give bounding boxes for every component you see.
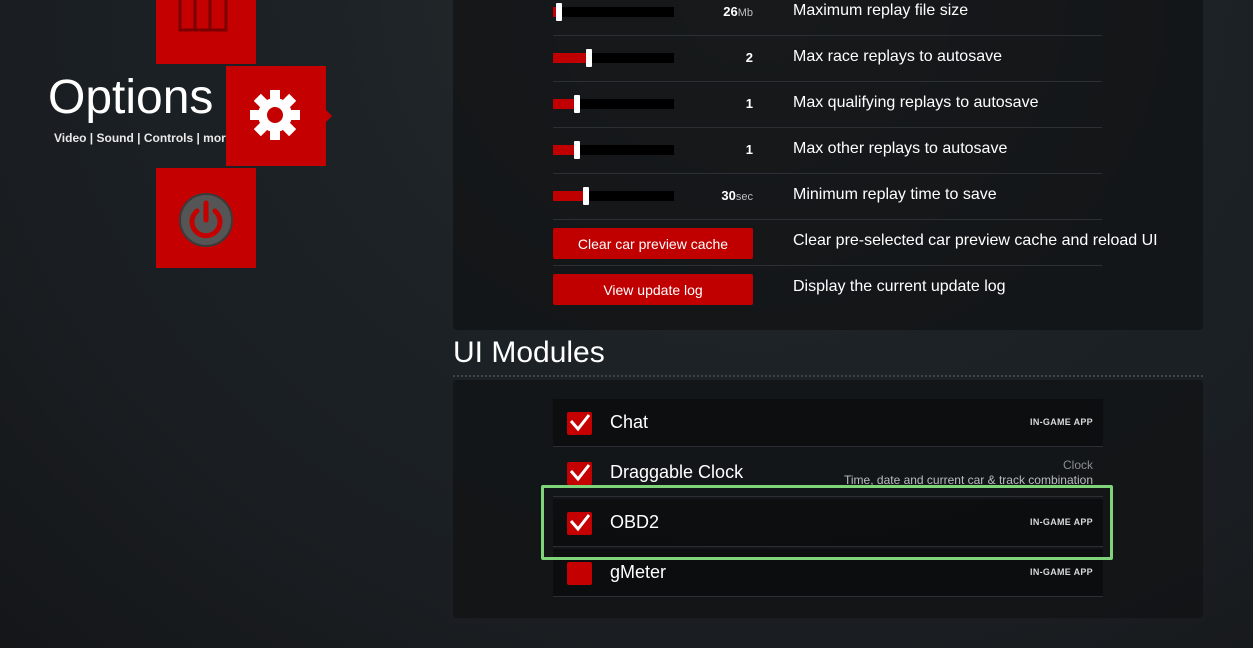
module-row-chat[interactable]: Chat IN-GAME APP (553, 399, 1103, 447)
setting-value: 2 (745, 50, 753, 65)
module-kind: Clock (1062, 458, 1093, 472)
race-replays-slider[interactable] (553, 49, 674, 67)
module-checkbox[interactable] (567, 412, 592, 435)
slider-fill (553, 53, 590, 63)
clear-cache-button[interactable]: Clear car preview cache (553, 228, 753, 259)
selection-highlight (541, 485, 1113, 560)
setting-row-qualifying-replays: 1 Max qualifying replays to autosave (553, 82, 1102, 128)
slider-knob[interactable] (556, 3, 563, 21)
module-name: gMeter (610, 562, 667, 582)
page-title: Options (48, 71, 214, 124)
module-name: Chat (610, 412, 649, 432)
setting-label: Clear pre-selected car preview cache and… (793, 232, 1158, 249)
qualifying-replays-slider[interactable] (553, 95, 674, 113)
slider-knob[interactable] (574, 95, 581, 113)
min-replay-time-slider[interactable] (553, 187, 674, 205)
setting-value: 1 (745, 96, 753, 111)
options-tile[interactable] (226, 66, 332, 166)
module-name: Draggable Clock (610, 462, 744, 482)
other-replays-slider[interactable] (553, 141, 674, 159)
setting-label: Minimum replay time to save (793, 186, 997, 203)
replay-settings-panel: 26Mb Maximum replay file size 2 Max race… (453, 0, 1203, 330)
setting-label: Max other replays to autosave (793, 140, 1008, 157)
check-icon (570, 414, 590, 432)
setting-row-max-file-size: 26Mb Maximum replay file size (553, 0, 1102, 36)
module-tag: IN-GAME APP (1030, 567, 1093, 577)
slider-knob[interactable] (586, 49, 593, 67)
setting-label: Max qualifying replays to autosave (793, 94, 1039, 111)
check-icon (570, 464, 590, 482)
module-checkbox[interactable] (567, 562, 592, 585)
modules-tile[interactable] (156, 0, 256, 64)
module-checkbox[interactable] (567, 462, 592, 485)
section-title: UI Modules (453, 336, 605, 369)
quit-tile[interactable] (156, 168, 256, 268)
slider-knob[interactable] (574, 141, 581, 159)
options-subtitle: Video | Sound | Controls | more (54, 131, 233, 145)
setting-value: 1 (745, 142, 753, 157)
setting-row-clear-cache: Clear car preview cache Clear pre-select… (553, 220, 1158, 266)
setting-row-race-replays: 2 Max race replays to autosave (553, 36, 1102, 82)
module-icon (178, 0, 228, 32)
replay-size-slider[interactable] (553, 3, 674, 21)
module-tag: IN-GAME APP (1030, 417, 1093, 427)
setting-label: Max race replays to autosave (793, 48, 1002, 65)
section-divider (453, 375, 1203, 377)
slider-fill (553, 191, 586, 201)
view-update-log-button[interactable]: View update log (553, 274, 753, 305)
setting-value: 26Mb (723, 4, 753, 19)
setting-value: 30sec (721, 188, 753, 203)
setting-label: Maximum replay file size (793, 2, 969, 19)
power-icon (179, 193, 233, 247)
setting-row-other-replays: 1 Max other replays to autosave (553, 128, 1102, 174)
setting-label: Display the current update log (793, 278, 1006, 295)
gear-icon (250, 90, 300, 140)
setting-row-min-replay-time: 30sec Minimum replay time to save (553, 174, 1102, 220)
slider-knob[interactable] (582, 187, 589, 205)
setting-row-update-log: View update log Display the current upda… (553, 266, 1102, 312)
